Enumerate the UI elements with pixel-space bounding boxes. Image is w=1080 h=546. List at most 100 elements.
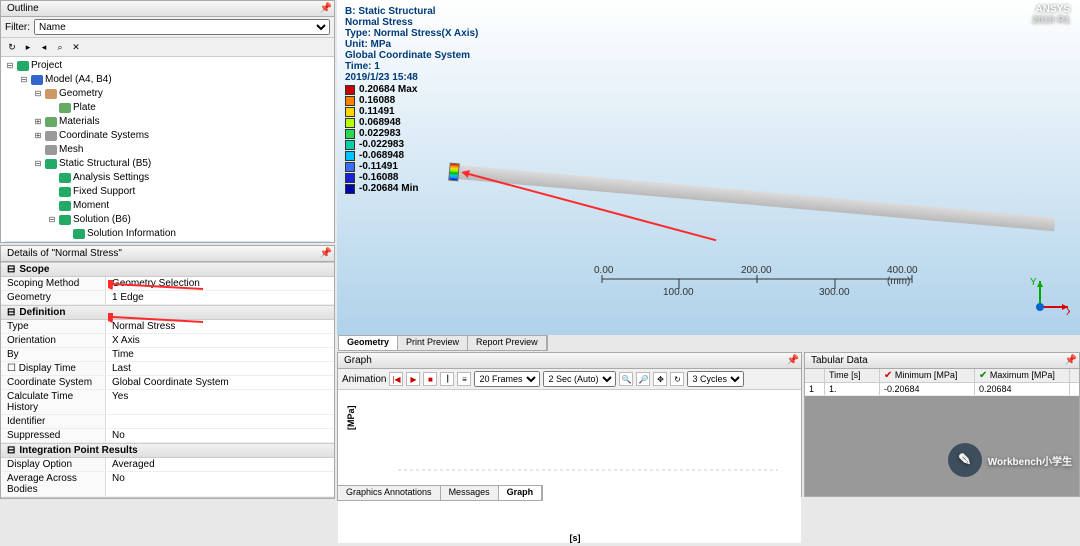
col-header[interactable]: ✔ Maximum [MPa] — [975, 369, 1070, 382]
viewport-3d[interactable]: B: Static StructuralNormal StressType: N… — [337, 0, 1080, 335]
outline-tree[interactable]: ⊟Project⊟Model (A4, B4)⊟GeometryPlate ⊞ Ma… — [1, 57, 334, 242]
tree-expander-icon[interactable]: ⊟ — [47, 213, 57, 227]
tree-item[interactable]: Solution Information — [5, 227, 330, 241]
speed-select[interactable]: 2 Sec (Auto) — [543, 371, 616, 387]
tree-expander-icon[interactable]: ⊞ — [33, 129, 43, 143]
view-tab[interactable]: Geometry — [339, 336, 398, 350]
pin-icon[interactable]: 📌 — [320, 3, 332, 14]
details-row[interactable]: TypeNormal Stress — [1, 320, 334, 334]
details-row[interactable]: OrientationX Axis — [1, 334, 334, 348]
property-value[interactable] — [106, 415, 334, 428]
details-row[interactable]: Display OptionAveraged — [1, 458, 334, 472]
icon-expand[interactable]: ▸ — [21, 40, 35, 54]
details-row[interactable]: Geometry1 Edge — [1, 291, 334, 305]
icon-x[interactable]: ✕ — [69, 40, 83, 54]
pan-icon[interactable]: ✥ — [653, 372, 667, 386]
collapse-icon[interactable]: ⊟ — [7, 307, 15, 318]
tree-item[interactable]: Normal Stress — [5, 241, 330, 242]
filter-select[interactable]: Name — [34, 19, 330, 35]
icon-collapse[interactable]: ◂ — [37, 40, 51, 54]
tree-item[interactable]: ⊟Project — [5, 59, 330, 73]
property-value[interactable]: Global Coordinate System — [106, 376, 334, 389]
tree-node-icon — [59, 201, 71, 211]
graph-opt2[interactable]: ≡ — [457, 372, 471, 386]
view-tab[interactable]: Print Preview — [398, 336, 468, 350]
pin-icon[interactable]: 📌 — [787, 355, 799, 366]
tree-item[interactable]: Analysis Settings — [5, 171, 330, 185]
tree-item[interactable]: ⊞ Materials — [5, 115, 330, 129]
col-header[interactable]: ✔ Minimum [MPa] — [880, 369, 975, 382]
property-value[interactable]: 1 Edge — [106, 291, 334, 304]
icon-search[interactable]: ⌕ — [53, 40, 67, 54]
graph-opt1[interactable]: ⎹⎸ — [440, 372, 454, 386]
property-value[interactable]: Normal Stress — [106, 320, 334, 333]
zoom-icon-2[interactable]: 🔎 — [636, 372, 650, 386]
axis-triad[interactable]: X Y — [1028, 277, 1070, 319]
tree-expander-icon[interactable]: ⊟ — [33, 87, 43, 101]
view-tab[interactable]: Report Preview — [468, 336, 547, 350]
tree-label: Plate — [73, 101, 96, 115]
property-value[interactable]: No — [106, 472, 334, 496]
info-line: Time: 1 — [345, 61, 478, 72]
tree-item[interactable]: ⊞Coordinate Systems — [5, 129, 330, 143]
property-value[interactable]: X Axis — [106, 334, 334, 347]
property-value[interactable]: No — [106, 429, 334, 442]
col-header[interactable] — [805, 369, 825, 382]
tabular-title: Tabular Data — [811, 355, 868, 366]
property-value[interactable]: Time — [106, 348, 334, 361]
icon-refresh[interactable]: ↻ — [5, 40, 19, 54]
property-value[interactable]: Last — [106, 362, 334, 375]
collapse-icon[interactable]: ⊟ — [7, 445, 15, 456]
tree-item[interactable]: ⊟Static Structural (B5) — [5, 157, 330, 171]
beam-geometry — [456, 165, 1055, 231]
details-body[interactable]: ⊟ScopeScoping MethodGeometry SelectionGe… — [1, 262, 334, 498]
details-group[interactable]: ⊟Definition — [1, 305, 334, 320]
bottom-tab[interactable]: Messages — [441, 486, 499, 500]
property-value[interactable]: Geometry Selection — [106, 277, 334, 290]
loop-icon[interactable]: ↻ — [670, 372, 684, 386]
legend-swatch — [345, 118, 355, 128]
details-row[interactable]: ☐ Display TimeLast — [1, 362, 334, 376]
details-group[interactable]: ⊟Results — [1, 497, 334, 498]
tree-item[interactable]: Mesh — [5, 143, 330, 157]
play-icon[interactable]: ▶ — [406, 372, 420, 386]
details-row[interactable]: Identifier — [1, 415, 334, 429]
tree-item[interactable]: Moment — [5, 199, 330, 213]
details-group[interactable]: ⊟Integration Point Results — [1, 443, 334, 458]
tree-expander-icon[interactable]: ⊞ — [33, 115, 43, 129]
collapse-icon[interactable]: ⊟ — [7, 264, 15, 275]
tree-item[interactable]: ⊟Geometry — [5, 87, 330, 101]
tree-label: Materials — [59, 115, 100, 129]
bottom-tab[interactable]: Graph — [499, 486, 543, 500]
tree-expander-icon[interactable]: ⊟ — [19, 73, 29, 87]
details-row[interactable]: Scoping MethodGeometry Selection — [1, 277, 334, 291]
tree-item[interactable]: Plate — [5, 101, 330, 115]
frames-select[interactable]: 20 Frames — [474, 371, 540, 387]
tree-expander-icon[interactable]: ⊟ — [33, 157, 43, 171]
cycles-select[interactable]: 3 Cycles — [687, 371, 744, 387]
details-row[interactable]: Calculate Time HistoryYes — [1, 390, 334, 415]
property-value[interactable]: Averaged — [106, 458, 334, 471]
details-group[interactable]: ⊟Scope — [1, 262, 334, 277]
stop-icon[interactable]: ■ — [423, 372, 437, 386]
tree-item[interactable]: Fixed Support — [5, 185, 330, 199]
details-row[interactable]: ByTime — [1, 348, 334, 362]
prev-icon[interactable]: |◀ — [389, 372, 403, 386]
details-row[interactable]: SuppressedNo — [1, 429, 334, 443]
legend-value: -0.20684 Min — [359, 183, 418, 194]
property-value[interactable]: Yes — [106, 390, 334, 414]
details-row[interactable]: Average Across BodiesNo — [1, 472, 334, 497]
cell: 0.20684 — [975, 383, 1070, 395]
bottom-tab[interactable]: Graphics Annotations — [338, 486, 441, 500]
graph-area[interactable]: [MPa] [s] — [338, 390, 801, 543]
details-row[interactable]: Coordinate SystemGlobal Coordinate Syste… — [1, 376, 334, 390]
tree-item[interactable]: ⊟Model (A4, B4) — [5, 73, 330, 87]
pin-icon[interactable]: 📌 — [1065, 355, 1077, 366]
zoom-icon[interactable]: 🔍 — [619, 372, 633, 386]
watermark-text: Workbench小学生 — [988, 453, 1072, 468]
tree-expander-icon[interactable]: ⊟ — [5, 59, 15, 73]
col-header[interactable]: Time [s] — [825, 369, 880, 382]
table-row[interactable]: 11.-0.206840.20684 — [805, 383, 1079, 396]
pin-icon[interactable]: 📌 — [320, 248, 332, 259]
tree-item[interactable]: ⊟Solution (B6) — [5, 213, 330, 227]
